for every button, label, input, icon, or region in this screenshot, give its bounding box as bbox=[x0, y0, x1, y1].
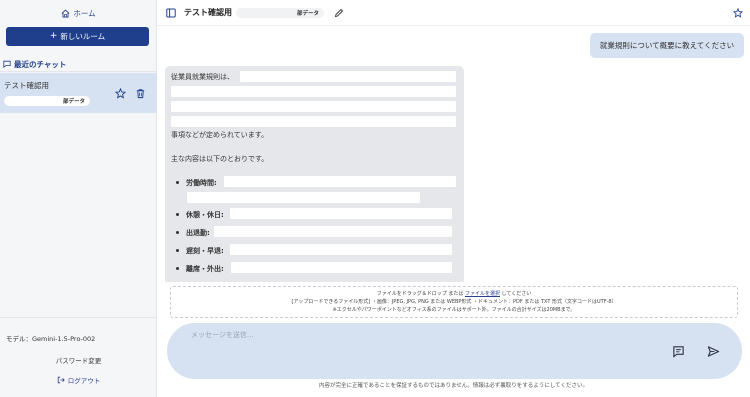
chat-item-title: テスト確認用 bbox=[4, 81, 49, 90]
dropzone-note: ※エクセルやパワーポイントなどオフィス系のファイルはサポート外。ファイルの合計サ… bbox=[332, 307, 576, 313]
home-icon bbox=[61, 8, 70, 18]
message-input[interactable] bbox=[191, 327, 651, 343]
bullet-label: 遅刻・早退: bbox=[186, 247, 224, 255]
sidebar: ホーム + 新しいルーム 最近のチャット テスト確認用 部データ モデル：Gem… bbox=[0, 0, 157, 397]
model-label: モデル：Gemini-1.5-Pro-002 bbox=[6, 335, 96, 343]
home-link[interactable]: ホーム bbox=[0, 6, 157, 20]
redacted-text bbox=[171, 101, 456, 112]
bullet-dot bbox=[176, 181, 179, 184]
chat-bubble-icon bbox=[3, 60, 11, 68]
new-room-button[interactable]: + 新しいルーム bbox=[6, 27, 149, 46]
select-file-link[interactable]: ファイルを選択 bbox=[465, 291, 500, 297]
user-message-text: 就業規則について概要に教えてください bbox=[599, 41, 735, 50]
trash-icon[interactable] bbox=[135, 88, 146, 99]
bullet-dot bbox=[176, 213, 179, 216]
bullet-label: 出退勤: bbox=[186, 229, 210, 237]
divider bbox=[0, 317, 157, 318]
redacted-text bbox=[230, 244, 452, 255]
redacted-text bbox=[171, 116, 456, 127]
logout-link[interactable]: ログアウト bbox=[0, 375, 157, 385]
dropzone-instruction: ファイルをドラッグ＆ドロップ または ファイルを選択 してください bbox=[171, 290, 737, 297]
sidebar-toggle-icon[interactable] bbox=[166, 8, 176, 18]
recent-chats-label: 最近のチャット bbox=[14, 59, 67, 69]
logout-icon bbox=[57, 376, 65, 384]
chat-header: テスト確認用 部データ bbox=[157, 0, 750, 26]
redacted-text bbox=[230, 208, 452, 219]
recent-chats-header: 最近のチャット bbox=[3, 58, 66, 70]
bullet-dot bbox=[176, 231, 179, 234]
star-icon[interactable] bbox=[115, 88, 126, 99]
dropzone-text: してください bbox=[499, 291, 532, 297]
home-label: ホーム bbox=[73, 8, 96, 18]
send-icon[interactable] bbox=[707, 345, 720, 358]
star-icon[interactable] bbox=[733, 8, 743, 18]
prompt-template-icon[interactable] bbox=[672, 345, 685, 358]
redacted-text bbox=[214, 226, 452, 237]
assistant-text-line: 事項などが定められています。 bbox=[171, 131, 269, 139]
room-badge: 部データ bbox=[236, 8, 324, 18]
dropzone-text: ファイルをドラッグ＆ドロップ または bbox=[376, 291, 465, 297]
chat-item-badge: 部データ bbox=[4, 96, 90, 106]
file-dropzone[interactable]: ファイルをドラッグ＆ドロップ または ファイルを選択 してください [アップロー… bbox=[170, 286, 738, 318]
bullet-dot bbox=[176, 267, 179, 270]
redacted-text bbox=[187, 192, 420, 203]
dropzone-formats: [アップロードできるファイル形式] ・画像：JPEG, JPG, PNG または… bbox=[291, 299, 617, 305]
redacted-text bbox=[240, 71, 456, 82]
user-message: 就業規則について概要に教えてください bbox=[590, 33, 744, 58]
chat-messages: 就業規則について概要に教えてください 従業員就業規則は、 事項などが定められてい… bbox=[157, 27, 750, 282]
room-title: テスト確認用 bbox=[184, 8, 232, 17]
redacted-text bbox=[171, 86, 456, 97]
redacted-text bbox=[231, 262, 452, 273]
chat-list-item[interactable]: テスト確認用 部データ bbox=[0, 73, 157, 113]
bullet-label: 労働時間: bbox=[186, 179, 217, 187]
message-composer bbox=[167, 323, 742, 379]
change-password-link[interactable]: パスワード変更 bbox=[0, 355, 157, 365]
divider bbox=[0, 71, 157, 72]
assistant-text-line: 主な内容は以下のとおりです。 bbox=[171, 155, 269, 163]
assistant-message: 従業員就業規則は、 事項などが定められています。 主な内容は以下のとおりです。 … bbox=[165, 66, 464, 282]
logout-label: ログアウト bbox=[67, 377, 101, 385]
redacted-text bbox=[224, 176, 456, 187]
pencil-icon[interactable] bbox=[334, 8, 344, 18]
bullet-label: 離席・外出: bbox=[186, 265, 224, 273]
bullet-dot bbox=[176, 249, 179, 252]
new-room-label: 新しいルーム bbox=[60, 32, 106, 41]
bullet-label: 休憩・休日: bbox=[186, 211, 224, 219]
assistant-intro-text: 従業員就業規則は、 bbox=[171, 73, 234, 81]
disclaimer-text: 内容が完全に正確であることを保証するものではありません。情報は必ず裏取りをするよ… bbox=[319, 383, 588, 389]
plus-icon: + bbox=[49, 31, 58, 41]
